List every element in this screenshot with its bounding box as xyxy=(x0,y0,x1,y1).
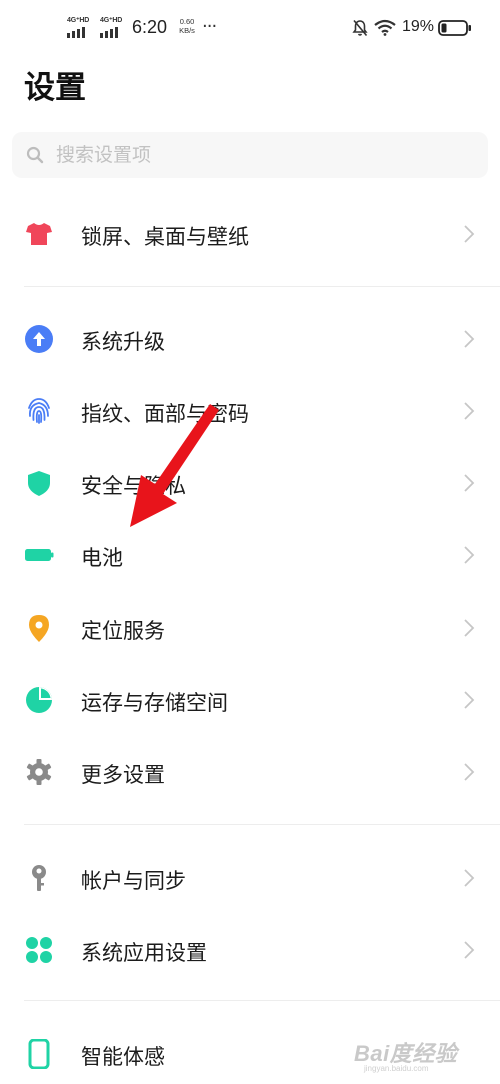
setting-item-label: 锁屏、桌面与壁纸 xyxy=(81,225,249,249)
setting-item-fingerprint-face-password[interactable]: 指纹、面部与密码 xyxy=(0,381,500,441)
key-icon xyxy=(32,865,46,891)
setting-item-label: 系统应用设置 xyxy=(81,941,207,965)
chevron-right-icon xyxy=(464,330,475,348)
signal-sim2-icon: 4G⁺HD xyxy=(100,16,128,38)
setting-item-system-update[interactable]: 系统升级 xyxy=(0,309,500,369)
location-pin-icon xyxy=(29,615,49,642)
battery-status-icon xyxy=(438,20,471,36)
chevron-right-icon xyxy=(464,474,475,492)
page-title: 设置 xyxy=(24,70,86,106)
wifi-icon xyxy=(374,19,396,36)
watermark-url: jingyan.baidu.com xyxy=(364,1064,429,1073)
status-bar: 4G⁺HD 4G⁺HD 6:20 0.60 KB/s ··· 19% xyxy=(0,0,500,56)
clock: 6:20 xyxy=(132,17,168,37)
setting-item-label: 定位服务 xyxy=(81,619,165,643)
setting-item-label: 安全与隐私 xyxy=(81,474,186,498)
watermark-logo: Bai度经验 jingyan.baidu.com xyxy=(354,1030,500,1078)
shield-icon xyxy=(28,471,50,496)
setting-item-security-privacy[interactable]: 安全与隐私 xyxy=(0,453,500,513)
chevron-right-icon xyxy=(464,941,475,959)
search-input[interactable] xyxy=(56,132,476,178)
setting-item-label: 指纹、面部与密码 xyxy=(81,402,249,426)
app-grid-icon xyxy=(26,937,52,963)
chevron-right-icon xyxy=(464,619,475,637)
network-speed-value: 0.60 xyxy=(179,17,195,26)
search-icon xyxy=(26,146,44,164)
setting-item-accounts-sync[interactable]: 帐户与同步 xyxy=(0,848,500,908)
setting-item-system-app-settings[interactable]: 系统应用设置 xyxy=(0,920,500,980)
network-speed-unit: KB/s xyxy=(179,26,195,35)
gear-icon xyxy=(26,759,52,785)
section-divider xyxy=(24,1000,500,1001)
tshirt-icon xyxy=(26,223,52,245)
network-type-label: 4G⁺HD xyxy=(100,17,123,24)
setting-item-ram-storage[interactable]: 运存与存储空间 xyxy=(0,670,500,730)
chevron-right-icon xyxy=(464,691,475,709)
arrow-up-circle-icon xyxy=(25,325,53,353)
chevron-right-icon xyxy=(464,225,475,243)
setting-item-label: 系统升级 xyxy=(81,330,165,354)
setting-item-lockscreen-wallpaper[interactable]: 锁屏、桌面与壁纸 xyxy=(0,204,500,264)
search-bar[interactable] xyxy=(12,132,488,178)
chevron-right-icon xyxy=(464,546,475,564)
network-speed: 0.60 KB/s xyxy=(175,17,199,35)
battery-percent: 19% xyxy=(402,18,435,35)
setting-item-label: 更多设置 xyxy=(81,763,165,787)
mute-bell-icon xyxy=(352,19,368,37)
signal-sim1-icon: 4G⁺HD xyxy=(67,16,95,38)
section-divider xyxy=(24,824,500,825)
setting-item-more-settings[interactable]: 更多设置 xyxy=(0,742,500,802)
setting-item-label: 运存与存储空间 xyxy=(81,691,228,715)
setting-item-label: 帐户与同步 xyxy=(81,869,186,893)
setting-item-label: 电池 xyxy=(81,546,123,570)
network-type-label: 4G⁺HD xyxy=(67,17,90,24)
section-divider xyxy=(24,286,500,287)
more-notifications-icon: ··· xyxy=(202,16,217,37)
chevron-right-icon xyxy=(464,763,475,781)
setting-item-battery[interactable]: 电池 xyxy=(0,525,500,585)
fingerprint-icon xyxy=(28,398,50,424)
setting-item-label: 智能体感 xyxy=(81,1045,165,1069)
chevron-right-icon xyxy=(464,402,475,420)
setting-item-location-services[interactable]: 定位服务 xyxy=(0,598,500,658)
battery-icon xyxy=(25,549,54,561)
storage-pie-icon xyxy=(26,687,52,713)
phone-icon xyxy=(28,1039,50,1069)
chevron-right-icon xyxy=(464,869,475,887)
